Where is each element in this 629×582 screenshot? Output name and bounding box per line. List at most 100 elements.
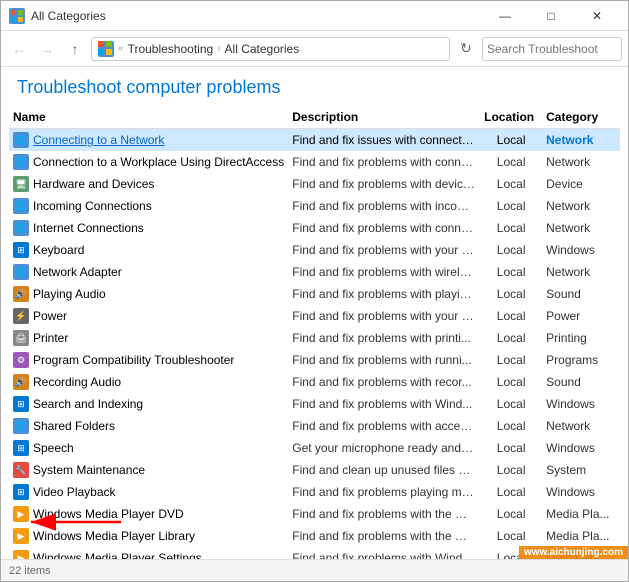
search-input[interactable] bbox=[487, 42, 629, 56]
item-location: Local bbox=[480, 217, 542, 239]
table-row[interactable]: 🌐 Connection to a Workplace Using DirectA… bbox=[9, 151, 620, 173]
refresh-button[interactable]: ↻ bbox=[454, 37, 478, 61]
breadcrumb-icon bbox=[98, 41, 114, 57]
item-category: Programs bbox=[542, 349, 620, 371]
item-name: Printer bbox=[33, 331, 68, 345]
item-description: Find and fix problems with wirele... bbox=[288, 261, 480, 283]
item-category: Media Pla... bbox=[542, 525, 620, 547]
item-location: Local bbox=[480, 393, 542, 415]
table-row[interactable]: ⊞KeyboardFind and fix problems with your… bbox=[9, 239, 620, 261]
table-row[interactable]: 🔊 Playing Audio Find and fix problems with… bbox=[9, 283, 620, 305]
table-row[interactable]: ⚙Program Compatibility TroubleshooterFin… bbox=[9, 349, 620, 371]
item-location: Local bbox=[480, 195, 542, 217]
item-category: System bbox=[542, 459, 620, 481]
item-location: Local bbox=[480, 437, 542, 459]
item-location: Local bbox=[480, 305, 542, 327]
item-icon: 🖥 bbox=[13, 176, 29, 192]
table-row[interactable]: ⊞Video PlaybackFind and fix problems pla… bbox=[9, 481, 620, 503]
col-header-name[interactable]: Name bbox=[9, 106, 288, 129]
col-header-category[interactable]: Category bbox=[542, 106, 620, 129]
item-category: Sound bbox=[542, 371, 620, 393]
item-icon: 🔊 bbox=[13, 374, 29, 390]
item-name: Playing Audio bbox=[33, 287, 106, 301]
table-row[interactable]: 🖨PrinterFind and fix problems with print… bbox=[9, 327, 620, 349]
item-description: Find and fix problems with conne... bbox=[288, 151, 480, 173]
item-description: Find and fix problems with playin... bbox=[288, 283, 480, 305]
item-category: Windows bbox=[542, 481, 620, 503]
table-container[interactable]: Name Description Location Category 🌐 Conn… bbox=[1, 106, 628, 559]
table-row[interactable]: ▶Windows Media Player DVDFind and fix pr… bbox=[9, 503, 620, 525]
item-description: Find and fix problems with acces... bbox=[288, 415, 480, 437]
table-row[interactable]: ⊞ Search and Indexing Find and fix problem… bbox=[9, 393, 620, 415]
up-button[interactable]: ↑ bbox=[63, 37, 87, 61]
item-count: 22 items bbox=[9, 565, 51, 577]
table-row[interactable]: 🖥Hardware and DevicesFind and fix proble… bbox=[9, 173, 620, 195]
table-row[interactable]: 🔊 Recording Audio Find and fix problems wi… bbox=[9, 371, 620, 393]
item-name: Windows Media Player Library bbox=[33, 529, 195, 543]
item-icon: 🌐 bbox=[13, 198, 29, 214]
item-name: Keyboard bbox=[33, 243, 84, 257]
forward-button[interactable]: → bbox=[35, 37, 59, 61]
item-location: Local bbox=[480, 481, 542, 503]
item-description: Find and fix problems with incom... bbox=[288, 195, 480, 217]
item-icon: 🌐 bbox=[13, 264, 29, 280]
item-category: Sound bbox=[542, 283, 620, 305]
table-row[interactable]: 🌐 Internet Connections Find and fix proble… bbox=[9, 217, 620, 239]
table-row[interactable]: 🌐 Network Adapter Find and fix problems wi… bbox=[9, 261, 620, 283]
item-location: Local bbox=[480, 525, 542, 547]
breadcrumb-current: All Categories bbox=[225, 42, 300, 56]
table-row[interactable]: ▶Windows Media Player SettingsFind and f… bbox=[9, 547, 620, 559]
item-name: Connection to a Workplace Using DirectAc… bbox=[33, 155, 284, 169]
close-button[interactable]: ✕ bbox=[574, 1, 620, 31]
item-description: Find and fix issues with connectin... bbox=[288, 129, 480, 152]
page-title: Troubleshoot computer problems bbox=[17, 77, 612, 98]
item-name: Network Adapter bbox=[33, 265, 122, 279]
item-name: Recording Audio bbox=[33, 375, 121, 389]
item-name: Search and Indexing bbox=[33, 397, 143, 411]
table-row[interactable]: 🌐Incoming ConnectionsFind and fix proble… bbox=[9, 195, 620, 217]
table-row[interactable]: 🌐 Connecting to a Network Find and fix iss… bbox=[9, 129, 620, 152]
page-heading: Troubleshoot computer problems bbox=[1, 67, 628, 106]
breadcrumb-parent[interactable]: Troubleshooting bbox=[128, 42, 214, 56]
window-icon bbox=[9, 8, 25, 24]
status-bar: 22 items bbox=[1, 559, 628, 581]
item-icon: ⊞ bbox=[13, 440, 29, 456]
maximize-button[interactable]: □ bbox=[528, 1, 574, 31]
item-name[interactable]: Connecting to a Network bbox=[33, 133, 164, 147]
col-header-location[interactable]: Location bbox=[480, 106, 542, 129]
item-name: System Maintenance bbox=[33, 463, 145, 477]
item-name: Internet Connections bbox=[33, 221, 144, 235]
item-icon: ⊞ bbox=[13, 396, 29, 412]
item-icon: 🌐 bbox=[13, 220, 29, 236]
window-title: All Categories bbox=[31, 9, 482, 23]
item-category: Windows bbox=[542, 239, 620, 261]
item-location: Local bbox=[480, 327, 542, 349]
search-box: 🔍 bbox=[482, 37, 622, 61]
item-location: Local bbox=[480, 129, 542, 152]
minimize-button[interactable]: — bbox=[482, 1, 528, 31]
item-description: Find and fix problems playing mo... bbox=[288, 481, 480, 503]
item-icon: ▶ bbox=[13, 528, 29, 544]
item-category: Network bbox=[542, 261, 620, 283]
item-location: Local bbox=[480, 239, 542, 261]
address-bar: ← → ↑ « Troubleshooting › All Categories… bbox=[1, 31, 628, 67]
item-icon: 🌐 bbox=[13, 154, 29, 170]
table-row[interactable]: 🌐Shared FoldersFind and fix problems wit… bbox=[9, 415, 620, 437]
breadcrumb-bar[interactable]: « Troubleshooting › All Categories bbox=[91, 37, 450, 61]
item-icon: 🔊 bbox=[13, 286, 29, 302]
item-category: Media Pla... bbox=[542, 547, 620, 559]
item-icon: ⊞ bbox=[13, 242, 29, 258]
item-category: Network bbox=[542, 151, 620, 173]
table-row[interactable]: 🔧System MaintenanceFind and clean up unu… bbox=[9, 459, 620, 481]
table-row[interactable]: ▶Windows Media Player LibraryFind and fi… bbox=[9, 525, 620, 547]
item-location: Local bbox=[480, 283, 542, 305]
table-row[interactable]: ⊞SpeechGet your microphone ready and f..… bbox=[9, 437, 620, 459]
table-row[interactable]: ⚡PowerFind and fix problems with your c.… bbox=[9, 305, 620, 327]
item-description: Find and fix problems with Wind... bbox=[288, 393, 480, 415]
back-button[interactable]: ← bbox=[7, 37, 31, 61]
col-header-description[interactable]: Description bbox=[288, 106, 480, 129]
item-description: Find and fix problems with recor... bbox=[288, 371, 480, 393]
item-description: Find and fix problems with conne... bbox=[288, 217, 480, 239]
item-category: Windows bbox=[542, 437, 620, 459]
item-icon: 🌐 bbox=[13, 132, 29, 148]
